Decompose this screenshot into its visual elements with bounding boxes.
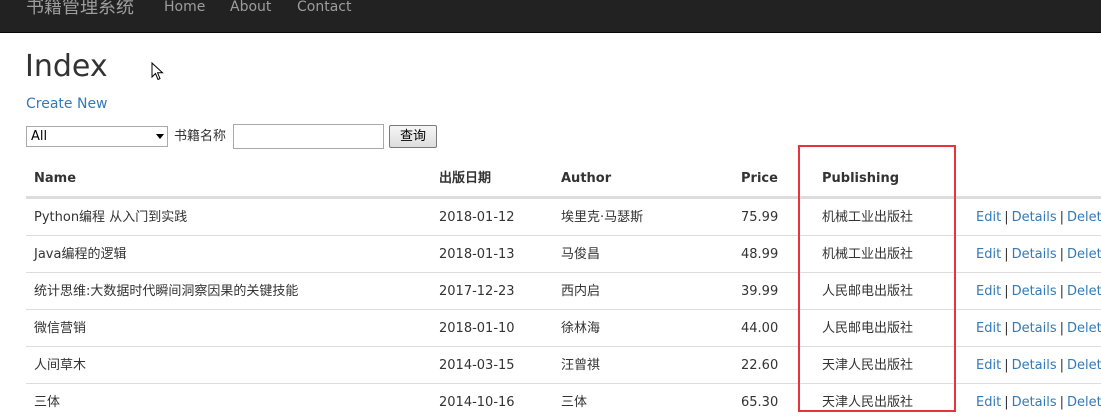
- author-cell: 徐林海: [561, 321, 601, 336]
- action-separator: |: [1004, 358, 1009, 373]
- action-separator: |: [1059, 358, 1065, 373]
- book-name-label: 书籍名称: [174, 129, 227, 144]
- book-name-cell: 三体: [34, 395, 61, 410]
- row-actions: Edit|Details|Delete: [976, 357, 1101, 374]
- top-navbar: 书籍管理系统 Home About Contact: [0, 0, 1101, 33]
- action-separator: |: [1059, 395, 1065, 410]
- author-cell: 马俊昌: [561, 247, 601, 262]
- brand-link[interactable]: 书籍管理系统: [26, 0, 134, 20]
- row-actions: Edit|Details|Delete: [976, 394, 1101, 411]
- mouse-cursor-icon: [151, 62, 164, 81]
- column-header-author[interactable]: Author: [561, 170, 611, 187]
- details-link[interactable]: Details: [1012, 284, 1057, 299]
- details-link[interactable]: Details: [1012, 247, 1057, 262]
- price-cell: 22.60: [741, 358, 779, 373]
- search-button[interactable]: 查询: [389, 125, 437, 148]
- action-separator: |: [1004, 395, 1009, 410]
- delete-link[interactable]: Delete: [1067, 284, 1101, 299]
- action-separator: |: [1059, 321, 1065, 336]
- book-name-cell: Python编程 从入门到实践: [34, 210, 188, 225]
- details-link[interactable]: Details: [1012, 395, 1057, 410]
- edit-link[interactable]: Edit: [976, 358, 1001, 373]
- book-name-cell: Java编程的逻辑: [34, 247, 127, 262]
- action-separator: |: [1059, 247, 1065, 262]
- nav-contact-link[interactable]: Contact: [297, 0, 351, 17]
- edit-link[interactable]: Edit: [976, 247, 1001, 262]
- details-link[interactable]: Details: [1012, 210, 1057, 225]
- chevron-down-icon: [156, 134, 164, 139]
- nav-about-link[interactable]: About: [230, 0, 271, 17]
- publish-date-cell: 2014-10-16: [439, 395, 515, 410]
- author-cell: 汪曾祺: [561, 358, 601, 373]
- book-name-cell: 微信营销: [34, 321, 87, 336]
- filter-select-value: All: [31, 129, 48, 144]
- price-cell: 65.30: [741, 395, 779, 410]
- author-cell: 三体: [561, 395, 588, 410]
- row-actions: Edit|Details|Delete: [976, 320, 1101, 337]
- action-separator: |: [1004, 210, 1009, 225]
- row-actions: Edit|Details|Delete: [976, 246, 1101, 263]
- action-separator: |: [1059, 284, 1065, 299]
- delete-link[interactable]: Delete: [1067, 358, 1101, 373]
- action-separator: |: [1004, 284, 1009, 299]
- edit-link[interactable]: Edit: [976, 284, 1001, 299]
- nav-home-link[interactable]: Home: [164, 0, 205, 17]
- details-link[interactable]: Details: [1012, 358, 1057, 373]
- price-cell: 48.99: [741, 247, 779, 262]
- column-header-date[interactable]: 出版日期: [439, 170, 491, 187]
- delete-link[interactable]: Delete: [1067, 395, 1101, 410]
- book-name-cell: 人间草木: [34, 358, 87, 373]
- publish-date-cell: 2017-12-23: [439, 284, 515, 299]
- publishing-column-highlight: [798, 145, 956, 412]
- book-name-cell: 统计思维:大数据时代瞬间洞察因果的关键技能: [34, 284, 299, 299]
- edit-link[interactable]: Edit: [976, 321, 1001, 336]
- action-separator: |: [1004, 247, 1009, 262]
- row-actions: Edit|Details|Delete: [976, 209, 1101, 226]
- filter-select[interactable]: All: [26, 126, 168, 147]
- author-cell: 西内启: [561, 284, 601, 299]
- delete-link[interactable]: Delete: [1067, 210, 1101, 225]
- row-actions: Edit|Details|Delete: [976, 283, 1101, 300]
- publish-date-cell: 2018-01-12: [439, 210, 515, 225]
- action-separator: |: [1004, 321, 1009, 336]
- price-cell: 44.00: [741, 321, 779, 336]
- price-cell: 75.99: [741, 210, 779, 225]
- publish-date-cell: 2018-01-10: [439, 321, 515, 336]
- author-cell: 埃里克·马瑟斯: [561, 210, 644, 225]
- publish-date-cell: 2014-03-15: [439, 358, 515, 373]
- edit-link[interactable]: Edit: [976, 395, 1001, 410]
- price-cell: 39.99: [741, 284, 779, 299]
- column-header-name[interactable]: Name: [34, 170, 76, 187]
- page-title: Index: [25, 49, 108, 84]
- edit-link[interactable]: Edit: [976, 210, 1001, 225]
- book-name-input[interactable]: [233, 124, 384, 149]
- create-new-link[interactable]: Create New: [26, 95, 108, 113]
- action-separator: |: [1059, 210, 1065, 225]
- column-header-price[interactable]: Price: [741, 170, 778, 187]
- details-link[interactable]: Details: [1012, 321, 1057, 336]
- delete-link[interactable]: Delete: [1067, 321, 1101, 336]
- publish-date-cell: 2018-01-13: [439, 247, 515, 262]
- delete-link[interactable]: Delete: [1067, 247, 1101, 262]
